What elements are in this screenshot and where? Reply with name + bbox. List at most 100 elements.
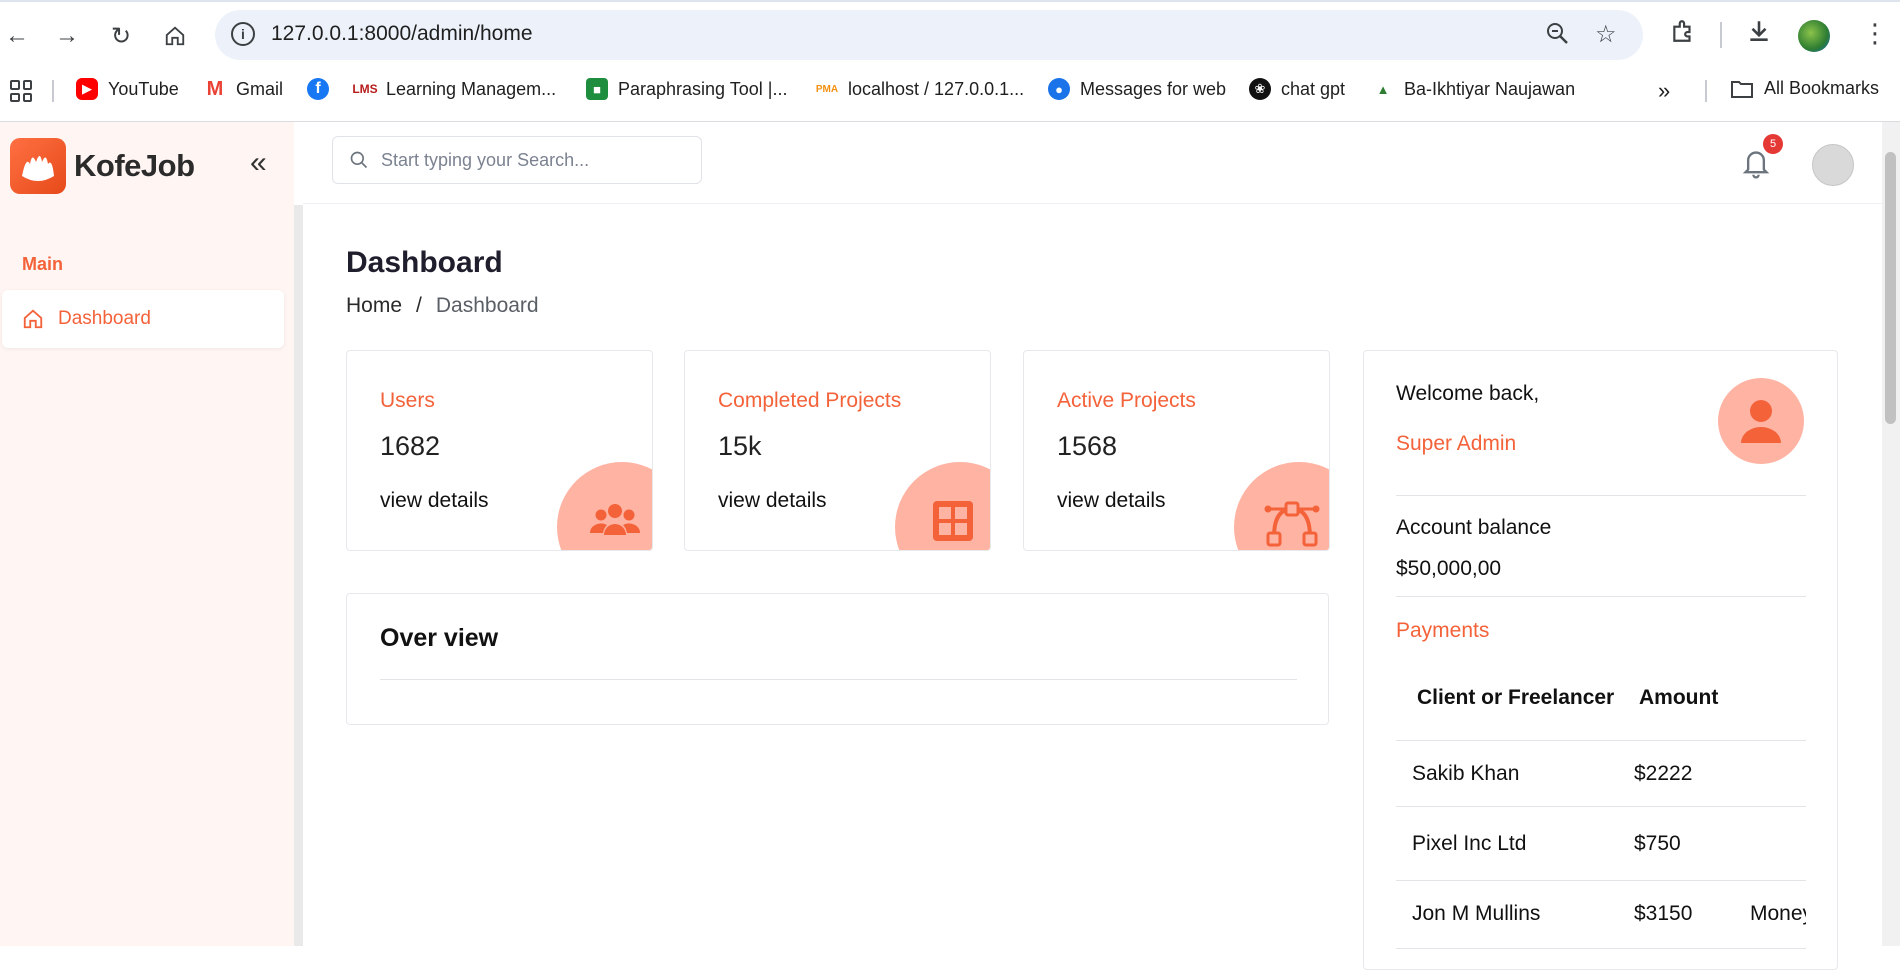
toolbar-separator [1720, 22, 1722, 48]
sidebar-section-main: Main [22, 254, 64, 274]
breadcrumb-current: Dashboard [435, 294, 539, 317]
table-row: Sakib Khan $2222 [1396, 741, 1806, 807]
bookmark-paraphrasing[interactable]: ■ Paraphrasing Tool |... [586, 78, 787, 100]
ba-ikhtiyar-icon: ▲ [1372, 78, 1394, 100]
column-header: Amount [1639, 686, 1719, 709]
overview-title: Over view [380, 624, 499, 652]
admin-name: Super Admin [1396, 432, 1517, 455]
search-icon [350, 151, 368, 169]
collapse-sidebar-icon[interactable]: « [250, 146, 267, 180]
zoom-icon[interactable] [1545, 20, 1569, 53]
tab-strip-edge [0, 0, 1900, 2]
reload-button[interactable]: ↻ [104, 19, 138, 53]
search-input[interactable] [381, 149, 681, 171]
address-bar[interactable]: i 127.0.0.1:8000/admin/home ☆ [215, 10, 1643, 60]
folder-icon [1731, 80, 1753, 98]
menu-kebab-icon[interactable]: ⋮ [1862, 18, 1888, 49]
welcome-greeting: Welcome back, [1396, 382, 1540, 405]
bookmark-label: Gmail [236, 78, 284, 99]
more-bookmarks-chevron-icon[interactable]: » [1658, 78, 1670, 104]
payee-name: Jon M Mullins [1412, 902, 1541, 925]
bookmark-youtube[interactable]: ▶ YouTube [76, 78, 179, 100]
welcome-card: Welcome back, Super Admin Account balanc… [1363, 350, 1838, 970]
payment-method: Money [1750, 902, 1806, 925]
phpmyadmin-icon: PMA [816, 78, 838, 100]
bookmark-messages[interactable]: ● Messages for web [1048, 78, 1226, 100]
bookmark-gmail[interactable]: M Gmail [204, 78, 283, 100]
table-row: Pixel Inc Ltd $750 [1396, 807, 1806, 881]
kofejob-logo-icon [10, 138, 66, 194]
sidebar-item-label: Dashboard [58, 308, 151, 329]
overview-card: Over view [346, 593, 1329, 725]
bookmark-label: Ba-Ikhtiyar Naujawan [1404, 78, 1576, 99]
bookmark-label: chat gpt [1281, 78, 1346, 99]
bookmark-label: Learning Managem... [386, 78, 557, 99]
home-button[interactable] [158, 19, 192, 53]
sidebar-scrollbar[interactable] [294, 205, 303, 946]
bookmark-label: Paraphrasing Tool |... [618, 78, 788, 99]
column-header: Client or Freelancer [1417, 686, 1615, 709]
search-box[interactable] [332, 136, 702, 184]
brand-logo[interactable]: KofeJob [10, 138, 195, 194]
stat-label: Users [380, 389, 435, 412]
youtube-icon: ▶ [76, 78, 98, 100]
download-icon[interactable] [1746, 18, 1772, 51]
stat-card-completed-projects: Completed Projects 15k view details [684, 350, 991, 551]
forward-button[interactable]: → [50, 19, 84, 53]
main-scrollbar[interactable] [1882, 122, 1900, 946]
user-icon [1741, 400, 1781, 443]
payment-amount: $2222 [1634, 762, 1693, 785]
view-details-link[interactable]: view details [380, 489, 489, 513]
all-bookmarks-label: All Bookmarks [1764, 78, 1880, 98]
bookmark-localhost[interactable]: PMA localhost / 127.0.0.1... [816, 78, 1024, 100]
paraphrasing-icon: ■ [586, 78, 608, 100]
bookmark-chatgpt[interactable]: ❀ chat gpt [1249, 78, 1345, 100]
home-icon [23, 309, 43, 329]
breadcrumb-home-link[interactable]: Home [346, 294, 402, 318]
sidebar [0, 122, 294, 946]
divider [1396, 596, 1806, 597]
bookmarks-bar: ▶ YouTube M Gmail f LMS Learning Managem… [0, 72, 1900, 108]
payment-amount: $3150 [1634, 902, 1693, 925]
facebook-icon: f [307, 78, 329, 100]
site-info-icon[interactable]: i [231, 22, 255, 46]
bookmark-separator [1705, 80, 1707, 102]
url-text[interactable]: 127.0.0.1:8000/admin/home [271, 22, 533, 46]
payee-name: Pixel Inc Ltd [1412, 832, 1527, 855]
gmail-icon: M [204, 78, 226, 100]
admin-avatar [1718, 378, 1804, 464]
payments-table-header: Client or Freelancer Amount [1396, 661, 1806, 741]
stat-value: 1568 [1057, 431, 1118, 461]
stat-label: Active Projects [1057, 389, 1196, 412]
extensions-icon[interactable] [1670, 18, 1696, 51]
chatgpt-icon: ❀ [1249, 78, 1271, 100]
stat-value: 15k [718, 431, 762, 461]
grid-icon [933, 501, 973, 541]
view-details-link[interactable]: view details [718, 489, 827, 513]
user-avatar[interactable] [1812, 144, 1854, 186]
bookmark-facebook[interactable]: f [307, 78, 329, 100]
payments-title: Payments [1396, 619, 1490, 642]
sidebar-item-dashboard[interactable]: Dashboard [2, 290, 284, 348]
all-bookmarks-button[interactable]: All Bookmarks [1730, 78, 1879, 99]
account-balance-value: $50,000,00 [1396, 557, 1502, 580]
bookmark-lms[interactable]: LMS Learning Managem... [352, 78, 557, 100]
bookmark-star-icon[interactable]: ☆ [1595, 20, 1617, 49]
stat-value: 1682 [380, 431, 441, 461]
view-details-link[interactable]: view details [1057, 489, 1166, 513]
stat-card-active-projects: Active Projects 1568 view details [1023, 350, 1330, 551]
table-row: Jon M Mullins $3150 Money [1396, 881, 1806, 949]
back-button[interactable]: ← [0, 19, 34, 53]
bookmark-ba-ikhtiyar[interactable]: ▲ Ba-Ikhtiyar Naujawan [1372, 78, 1575, 100]
divider [1396, 495, 1806, 496]
scrollbar-thumb[interactable] [1885, 152, 1896, 424]
account-balance-label: Account balance [1396, 516, 1552, 539]
stat-label: Completed Projects [718, 389, 902, 412]
browser-chrome: ← → ↻ i 127.0.0.1:8000/admin/home ☆ ⋮ ▶ … [0, 0, 1900, 122]
notification-count-badge: 5 [1763, 134, 1783, 154]
profile-avatar[interactable] [1798, 20, 1830, 52]
lms-icon: LMS [352, 78, 378, 100]
bezier-curve-icon [1264, 501, 1320, 547]
messages-icon: ● [1048, 78, 1070, 100]
page-title: Dashboard [346, 246, 503, 279]
